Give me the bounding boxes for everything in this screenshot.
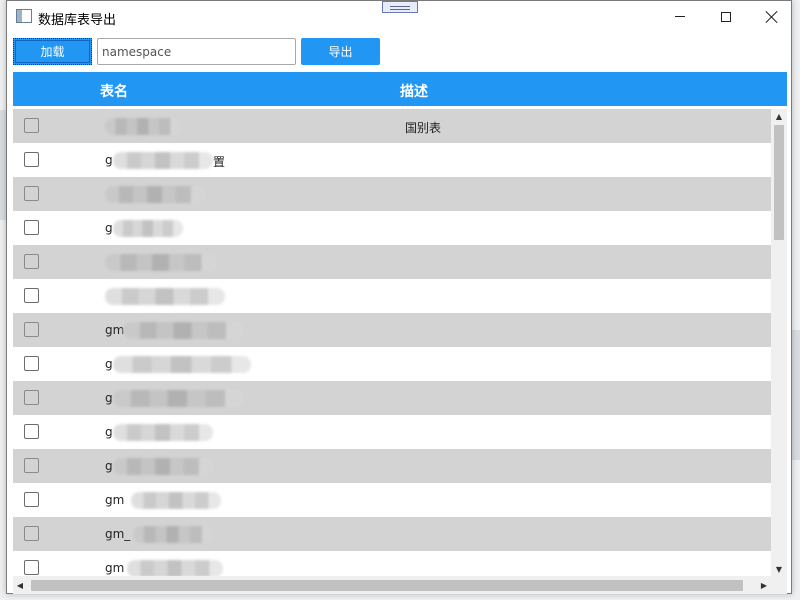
row-name: g	[105, 459, 113, 473]
row-checkbox[interactable]	[24, 322, 39, 337]
row-checkbox[interactable]	[24, 220, 39, 235]
redacted-name	[105, 288, 225, 305]
row-checkbox[interactable]	[24, 458, 39, 473]
scroll-up-icon[interactable]: ▲	[771, 109, 787, 123]
redacted-name	[105, 254, 217, 271]
maximize-button[interactable]	[703, 1, 749, 32]
horizontal-scrollbar[interactable]: ◀ ▶	[13, 576, 771, 594]
row-description: 国别表	[405, 121, 442, 135]
row-checkbox[interactable]	[24, 492, 39, 507]
row-name: gm	[105, 493, 125, 507]
table-row[interactable]: g	[13, 415, 771, 449]
title-bar[interactable]: 数据库表导出	[7, 1, 791, 32]
row-checkbox[interactable]	[24, 186, 39, 201]
row-name: gm	[105, 561, 125, 575]
minimize-icon	[675, 16, 685, 17]
column-header-name[interactable]: 表名	[100, 81, 128, 101]
redacted-name	[113, 424, 213, 441]
redacted-name	[113, 390, 243, 407]
row-checkbox[interactable]	[24, 560, 39, 575]
row-name: g	[105, 425, 113, 439]
row-name-suffix: 置	[213, 155, 226, 169]
scrollbar-corner	[771, 576, 787, 594]
row-name: g	[105, 357, 113, 371]
redacted-name	[131, 492, 221, 509]
table-row[interactable]	[13, 245, 771, 279]
redacted-name	[113, 220, 183, 237]
load-button[interactable]: 加载	[13, 38, 92, 65]
redacted-name	[113, 356, 251, 373]
row-name: gm_	[105, 527, 131, 541]
row-checkbox[interactable]	[24, 254, 39, 269]
table-row[interactable]: g	[13, 449, 771, 483]
row-checkbox[interactable]	[24, 356, 39, 371]
scroll-down-icon[interactable]: ▼	[771, 562, 787, 576]
table-row[interactable]: g	[13, 211, 771, 245]
redacted-name	[113, 458, 213, 475]
table-body: 国别表 g 置 g gm g g g g gm gm_ gm	[13, 109, 771, 576]
table-row[interactable]: g	[13, 381, 771, 415]
namespace-input[interactable]	[97, 38, 296, 65]
row-checkbox[interactable]	[24, 288, 39, 303]
maximize-icon	[721, 11, 731, 22]
close-icon	[766, 11, 778, 23]
redacted-name	[133, 526, 213, 543]
row-checkbox[interactable]	[24, 424, 39, 439]
table-row[interactable]: g 置	[13, 143, 771, 177]
app-window: 数据库表导出 加载 导出 表名 描述 国别表 g 置	[6, 0, 792, 594]
redacted-name	[105, 118, 181, 135]
table-row[interactable]: 国别表	[13, 109, 771, 143]
redacted-name	[127, 560, 223, 576]
table-row[interactable]	[13, 279, 771, 313]
table-header: 表名 描述	[13, 72, 787, 106]
window-title: 数据库表导出	[38, 13, 117, 28]
scroll-right-icon[interactable]: ▶	[757, 576, 771, 594]
vertical-scroll-thumb[interactable]	[774, 125, 784, 240]
row-checkbox[interactable]	[24, 390, 39, 405]
column-header-description[interactable]: 描述	[400, 81, 428, 101]
export-button[interactable]: 导出	[301, 38, 380, 65]
row-name: g	[105, 221, 113, 235]
minimize-button[interactable]	[657, 1, 703, 32]
row-name: gm	[105, 323, 125, 337]
table-row[interactable]: gm_	[13, 517, 771, 551]
row-name: g	[105, 391, 113, 405]
table-row[interactable]: g	[13, 347, 771, 381]
redacted-name	[105, 186, 205, 203]
app-icon	[16, 9, 32, 23]
table-row[interactable]: gm	[13, 313, 771, 347]
horizontal-scroll-thumb[interactable]	[31, 580, 743, 591]
close-button[interactable]	[749, 1, 795, 32]
vertical-scrollbar[interactable]: ▲ ▼	[771, 109, 787, 576]
toolbar: 加载 导出	[7, 37, 791, 67]
row-name: g	[105, 153, 113, 167]
table-grid: 表名 描述 国别表 g 置 g gm g g g g gm gm_ gm ▲ ▼…	[13, 72, 787, 594]
row-checkbox[interactable]	[24, 526, 39, 541]
row-checkbox[interactable]	[24, 152, 39, 167]
redacted-name	[113, 152, 213, 169]
row-checkbox[interactable]	[24, 118, 39, 133]
table-row[interactable]: gm	[13, 483, 771, 517]
table-row[interactable]: gm	[13, 551, 771, 576]
table-row[interactable]	[13, 177, 771, 211]
redacted-name	[123, 322, 243, 339]
scroll-left-icon[interactable]: ◀	[13, 576, 27, 594]
